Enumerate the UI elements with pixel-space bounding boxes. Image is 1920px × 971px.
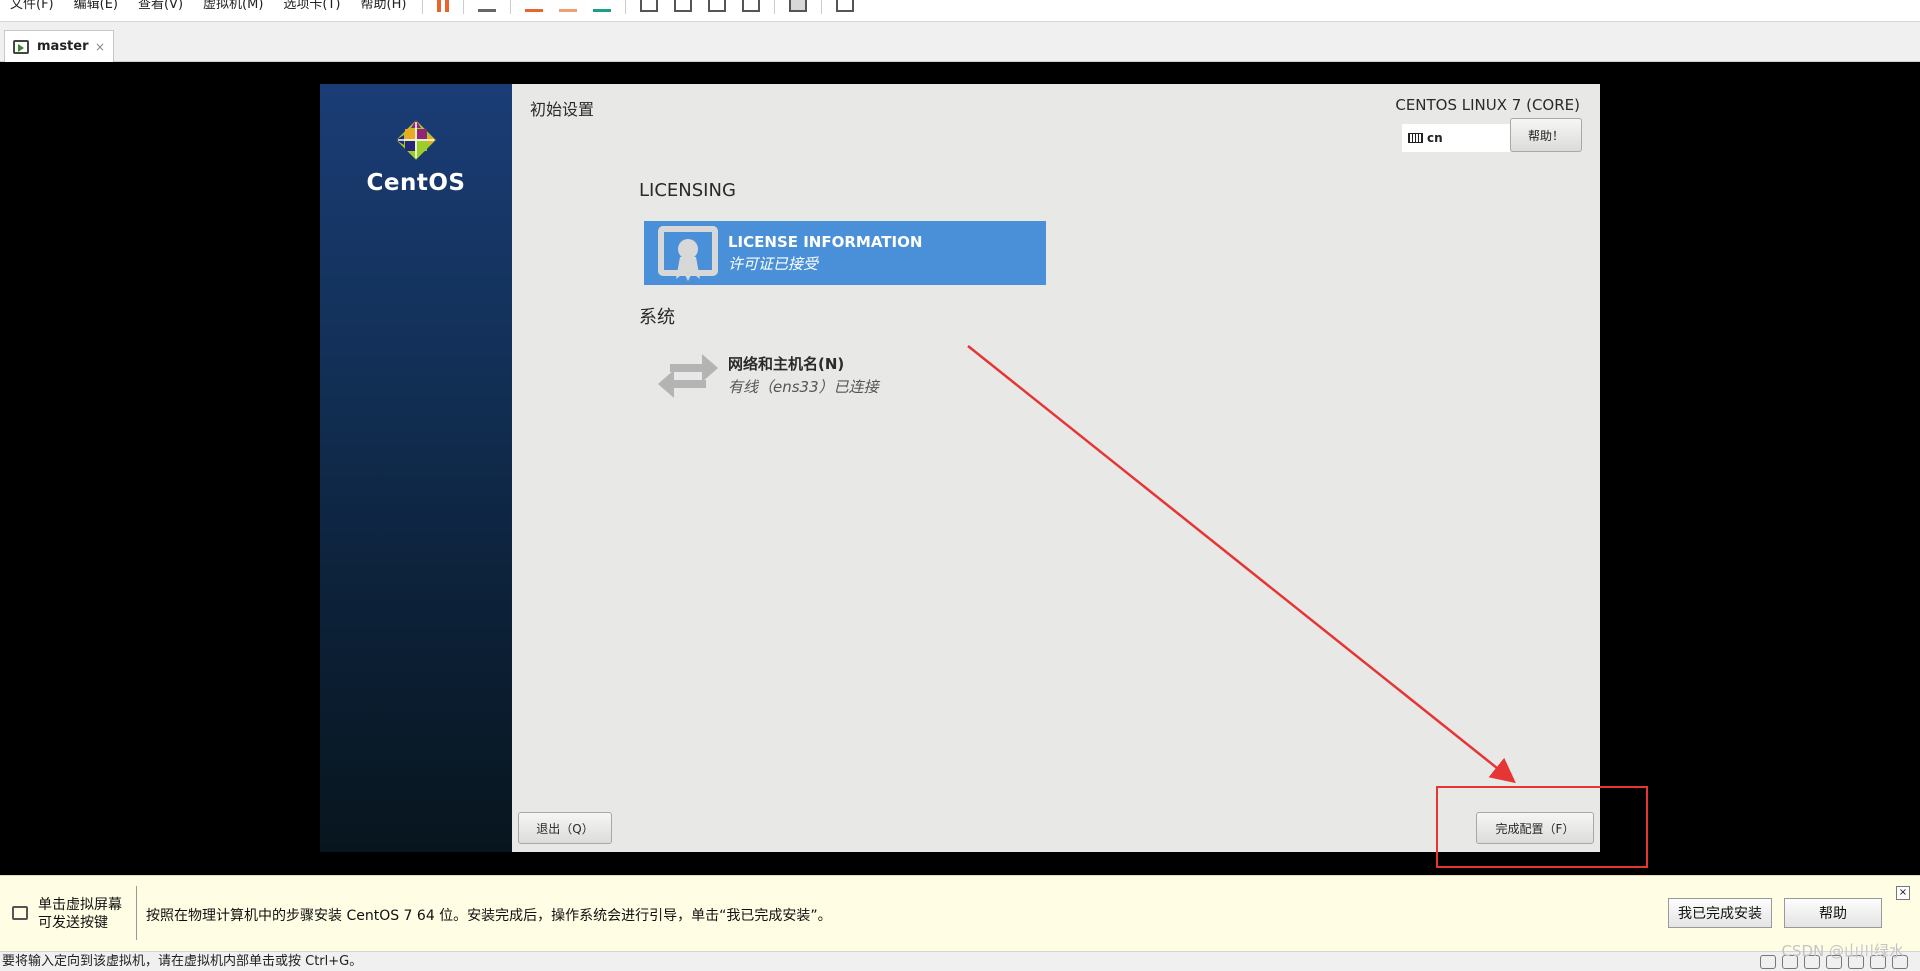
notification-divider [136, 886, 137, 940]
keyboard-layout: cn [1427, 131, 1443, 145]
menu-vm[interactable]: 虚拟机(M) [193, 0, 273, 22]
annotation-highlight-box [1436, 786, 1648, 868]
network-spoke-status: 有线（ens33）已连接 [728, 378, 879, 396]
section-system: 系统 [639, 307, 675, 328]
keyboard-send-icon [12, 906, 28, 920]
watermark: CSDN @山川绿水 [1781, 942, 1904, 960]
network-spoke-title: 网络和主机名(N) [728, 355, 845, 373]
notification-message: 按照在物理计算机中的步骤安装 CentOS 7 64 位。安装完成后，操作系统会… [146, 908, 832, 924]
license-spoke-status: 许可证已接受 [728, 254, 819, 273]
hard-disk-icon[interactable] [1760, 955, 1776, 969]
vm-tabbar: master × [0, 22, 1920, 62]
centos-logo-icon [396, 120, 436, 160]
help-button[interactable]: 帮助！ [1510, 118, 1582, 152]
keyboard-layout-indicator[interactable]: cn [1402, 124, 1510, 152]
tab-label: master [37, 39, 89, 54]
host-menubar: 文件(F) 编辑(E) 查看(V) 虚拟机(M) 选项卡(T) 帮助(H) [0, 0, 1920, 22]
status-text: 要将输入定向到该虚拟机，请在虚拟机内部单击或按 Ctrl+G。 [2, 954, 363, 969]
product-name: CENTOS LINUX 7 (CORE) [1395, 96, 1580, 114]
view-stretch-icon[interactable] [742, 0, 761, 12]
menu-edit[interactable]: 编辑(E) [64, 0, 128, 22]
toolbar-separator [774, 0, 776, 14]
snapshot-icon[interactable] [525, 0, 544, 12]
license-certificate-icon [656, 221, 720, 285]
keyboard-icon [1408, 133, 1423, 143]
toolbar-separator [422, 0, 424, 14]
installer-sidebar: CentOS [320, 84, 512, 852]
quit-button[interactable]: 退出（Q） [518, 812, 612, 844]
notification-hint: 单击虚拟屏幕 可发送按键 [38, 897, 122, 931]
section-licensing: LICENSING [639, 180, 736, 201]
view-console-icon[interactable] [640, 0, 659, 12]
send-keys-icon[interactable] [478, 0, 497, 12]
notification-help-button[interactable]: 帮助 [1784, 898, 1882, 928]
menu-view[interactable]: 查看(V) [128, 0, 193, 22]
host-statusbar: 要将输入定向到该虚拟机，请在虚拟机内部单击或按 Ctrl+G。 [0, 951, 1920, 971]
page-title: 初始设置 [530, 100, 595, 119]
toolbar-separator [510, 0, 512, 14]
toolbar-separator [821, 0, 823, 14]
tab-master[interactable]: master × [4, 30, 114, 62]
network-hostname-spoke[interactable]: 网络和主机名(N) 有线（ens33）已连接 [644, 343, 1046, 407]
centos-brand: CentOS [366, 170, 466, 196]
menu-help[interactable]: 帮助(H) [351, 0, 417, 22]
toolbar-separator [625, 0, 627, 14]
centos-initial-setup: CentOS 初始设置 CENTOS LINUX 7 (CORE) cn 帮助！… [320, 84, 1600, 852]
snapshot-manager-icon[interactable] [593, 0, 612, 12]
view-autofit-icon[interactable] [789, 0, 808, 12]
pause-icon[interactable] [437, 0, 450, 12]
network-arrows-icon [656, 343, 720, 407]
view-unity-icon[interactable] [708, 0, 727, 12]
view-fullscreen-icon[interactable] [674, 0, 693, 12]
close-icon[interactable]: × [95, 40, 105, 54]
license-information-spoke[interactable]: LICENSE INFORMATION 许可证已接受 [644, 221, 1046, 285]
install-notification-bar: 单击虚拟屏幕 可发送按键 按照在物理计算机中的步骤安装 CentOS 7 64 … [0, 875, 1920, 951]
library-icon[interactable] [836, 0, 855, 12]
menu-file[interactable]: 文件(F) [0, 0, 64, 22]
vm-running-icon [13, 39, 29, 54]
toolbar-separator [463, 0, 465, 14]
installer-main: 初始设置 CENTOS LINUX 7 (CORE) cn 帮助！ LICENS… [512, 84, 1600, 852]
installation-done-button[interactable]: 我已完成安装 [1668, 898, 1772, 928]
license-spoke-title: LICENSE INFORMATION [728, 232, 923, 251]
close-icon[interactable]: × [1896, 886, 1910, 900]
menu-tabs[interactable]: 选项卡(T) [273, 0, 350, 22]
revert-snapshot-icon[interactable] [559, 0, 578, 12]
